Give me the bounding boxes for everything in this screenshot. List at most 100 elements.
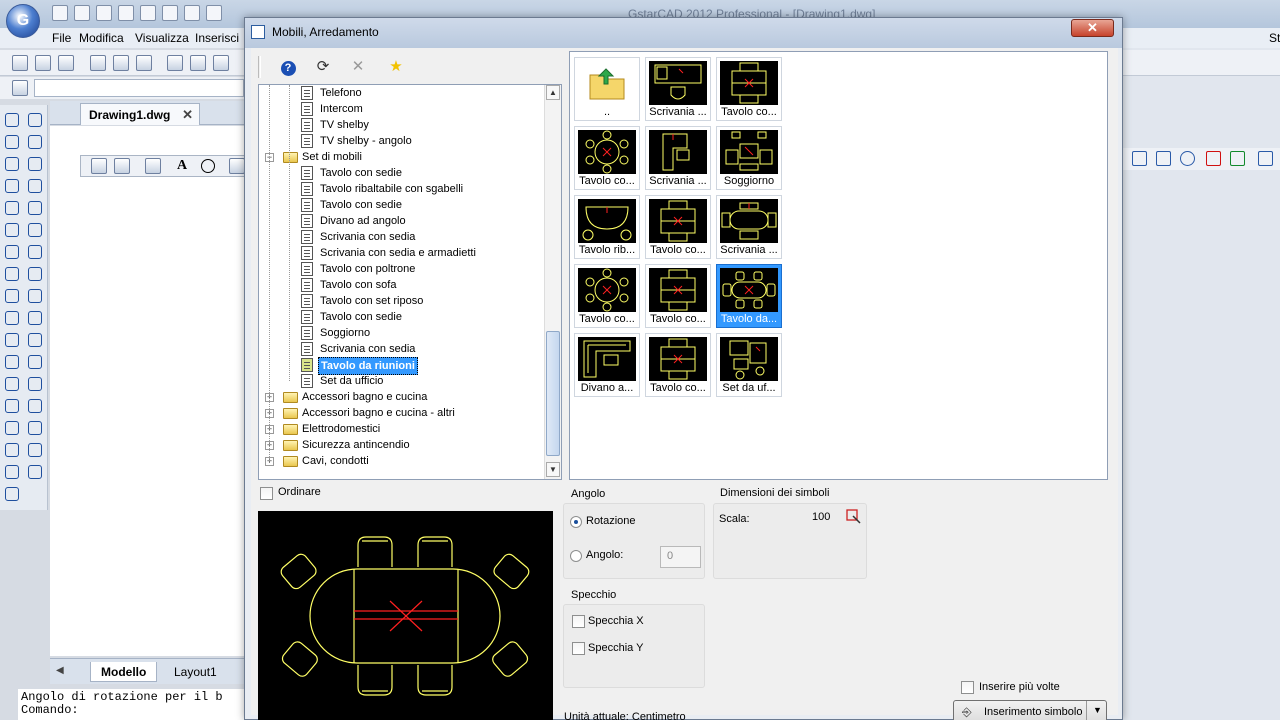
cloud-icon[interactable]	[5, 267, 19, 281]
tree-item[interactable]: Tavolo con sedie	[259, 197, 545, 213]
scroll-up-icon[interactable]: ▲	[546, 85, 560, 100]
tree-item[interactable]: + Cavi, condotti	[259, 453, 545, 469]
fillet-icon[interactable]	[28, 421, 42, 435]
tree-item[interactable]: Tavolo con sofa	[259, 277, 545, 293]
offset-icon[interactable]	[28, 179, 42, 193]
mirror-icon[interactable]	[28, 157, 42, 171]
symbol-thumbnail[interactable]: Divano a...	[574, 333, 640, 397]
symbol-thumbnail[interactable]: Scrivania ...	[716, 195, 782, 259]
symbol-thumbnail[interactable]: Tavolo co...	[716, 57, 782, 121]
dialog-titlebar[interactable]: Mobili, Arredamento ✕	[245, 18, 1122, 48]
tree-item[interactable]: Tavolo con set riposo	[259, 293, 545, 309]
paste-icon[interactable]	[213, 55, 229, 71]
tree-item[interactable]: Soggiorno	[259, 325, 545, 341]
tree-item[interactable]: Divano ad angolo	[259, 213, 545, 229]
symbol-thumbnail[interactable]: Set da uf...	[716, 333, 782, 397]
line-icon[interactable]	[5, 113, 19, 127]
find-icon[interactable]	[145, 158, 161, 174]
text-a-icon[interactable]: A	[177, 158, 187, 174]
plot-icon[interactable]	[140, 5, 156, 21]
menu-inserisci[interactable]: Inserisci	[195, 31, 239, 45]
block-icon[interactable]	[5, 377, 19, 391]
new-icon[interactable]	[52, 5, 68, 21]
angolo-radio[interactable]	[570, 550, 582, 562]
specchia-x-checkbox[interactable]	[572, 615, 585, 628]
angolo-input[interactable]: 0	[660, 546, 701, 568]
break-icon[interactable]	[28, 355, 42, 369]
scroll-down-icon[interactable]: ▼	[546, 462, 560, 477]
layers-icon[interactable]	[12, 80, 28, 96]
edit-icon[interactable]	[28, 465, 42, 479]
tree-item[interactable]: Set da ufficio	[259, 373, 545, 389]
gradient-icon[interactable]	[5, 443, 19, 457]
snap-icon[interactable]	[1132, 151, 1147, 166]
print-icon[interactable]	[90, 55, 106, 71]
eraser-icon[interactable]	[28, 113, 42, 127]
tree-scrollbar[interactable]: ▲ ▼	[544, 85, 561, 479]
copy-icon[interactable]	[190, 55, 206, 71]
target-icon[interactable]	[1180, 151, 1195, 166]
arc2-icon[interactable]	[5, 223, 19, 237]
tree-item[interactable]: Tavolo con sedie	[259, 165, 545, 181]
tree-item[interactable]: + Accessori bagno e cucina - altri	[259, 405, 545, 421]
rotazione-radio[interactable]	[570, 516, 582, 528]
redo-icon[interactable]	[206, 5, 222, 21]
trim-icon[interactable]	[28, 311, 42, 325]
delete-icon[interactable]: ✕	[348, 57, 368, 77]
symbol-thumbnail[interactable]: Tavolo rib...	[574, 195, 640, 259]
tree-item[interactable]: Scrivania con sedia	[259, 341, 545, 357]
publish-icon[interactable]	[136, 55, 152, 71]
tree-item[interactable]: Telefono	[259, 85, 545, 101]
point-icon[interactable]	[5, 399, 19, 413]
move-icon[interactable]	[28, 223, 42, 237]
grid-dim-icon[interactable]	[1258, 151, 1273, 166]
saveas-icon[interactable]	[118, 5, 134, 21]
tree-item[interactable]: − Set di mobili	[259, 149, 545, 165]
tree-item[interactable]: TV shelby	[259, 117, 545, 133]
copy-icon[interactable]	[28, 135, 42, 149]
array-icon[interactable]	[28, 201, 42, 215]
ordinare-checkbox[interactable]	[260, 487, 273, 500]
layer-dropdown[interactable]	[34, 79, 244, 97]
cut-icon[interactable]	[167, 55, 183, 71]
symbol-thumbnail[interactable]: Scrivania ...	[645, 126, 711, 190]
arc-icon[interactable]	[5, 157, 19, 171]
scroll-thumb[interactable]	[546, 331, 560, 456]
menu-right-partial[interactable]: St	[1269, 31, 1280, 45]
mtext-icon[interactable]	[114, 158, 130, 174]
symbol-thumbnail[interactable]: Tavolo co...	[574, 126, 640, 190]
symbol-thumbnail[interactable]: Tavolo co...	[645, 264, 711, 328]
print-preview-icon[interactable]	[113, 55, 129, 71]
tree-item[interactable]: + Accessori bagno e cucina	[259, 389, 545, 405]
field-icon[interactable]	[229, 158, 245, 174]
symbol-thumbnail[interactable]: Soggiorno	[716, 126, 782, 190]
arrow-green-icon[interactable]	[1230, 151, 1245, 166]
info-icon[interactable]	[201, 159, 215, 173]
tree-item[interactable]: TV shelby - angolo	[259, 133, 545, 149]
symbol-thumbnail[interactable]: Tavolo da...	[716, 264, 782, 328]
inserire-checkbox[interactable]	[961, 681, 974, 694]
command-line[interactable]: Angolo di rotazione per il b Comando:	[18, 689, 245, 720]
open-icon[interactable]	[35, 55, 51, 71]
open-icon[interactable]	[74, 5, 90, 21]
category-tree[interactable]: Telefono Intercom TV shelby TV shelby - ang…	[258, 84, 562, 480]
document-tab[interactable]: Drawing1.dwg ✕	[80, 103, 200, 125]
ellipse-arc-icon[interactable]	[5, 333, 19, 347]
rotate-icon[interactable]	[28, 245, 42, 259]
favorite-star-icon[interactable]: ★	[386, 57, 406, 77]
dialog-close-button[interactable]: ✕	[1071, 19, 1114, 37]
tree-item[interactable]: Intercom	[259, 101, 545, 117]
tree-item[interactable]: Tavolo da riunioni	[259, 357, 545, 375]
explode-icon[interactable]	[28, 443, 42, 457]
symbol-thumbnail[interactable]: ..	[574, 57, 640, 121]
polygon-icon[interactable]	[5, 179, 19, 193]
circle-icon[interactable]	[5, 245, 19, 259]
scale-icon[interactable]	[28, 267, 42, 281]
ellipse-icon[interactable]	[5, 311, 19, 325]
tree-item[interactable]: Tavolo con poltrone	[259, 261, 545, 277]
specchia-y-checkbox[interactable]	[572, 642, 585, 655]
stretch-icon[interactable]	[28, 289, 42, 303]
tree-item[interactable]: Tavolo ribaltabile con sgabelli	[259, 181, 545, 197]
text-icon[interactable]	[5, 487, 19, 501]
split-dropdown-icon[interactable]: ▼	[1093, 705, 1102, 715]
